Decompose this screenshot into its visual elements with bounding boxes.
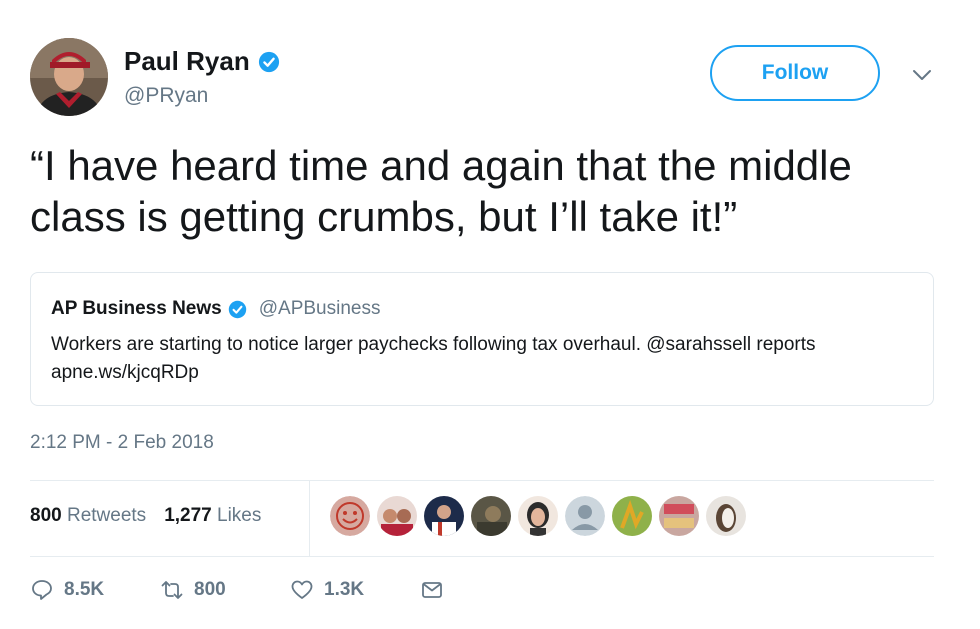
liker-avatar[interactable]: [377, 496, 417, 536]
retweets-count: 800: [30, 505, 62, 526]
retweet-count: 800: [194, 579, 226, 600]
divider: [309, 480, 310, 556]
liker-avatar[interactable]: [612, 496, 652, 536]
author-handle[interactable]: @PRyan: [124, 84, 208, 108]
quoted-tweet-text: Workers are starting to notice larger pa…: [51, 334, 816, 383]
likes-label: Likes: [217, 505, 262, 526]
liker-avatars: [330, 496, 746, 536]
avatar-icon: [706, 496, 746, 536]
liker-avatar[interactable]: [518, 496, 558, 536]
heart-icon: [291, 580, 313, 599]
divider: [30, 480, 934, 481]
default-avatar-icon: [565, 496, 605, 536]
quoted-tweet[interactable]: AP Business News @APBusiness Workers are…: [30, 272, 934, 406]
chevron-down-icon[interactable]: [910, 66, 934, 84]
avatar-icon: [518, 496, 558, 536]
divider: [30, 556, 934, 557]
like-button[interactable]: 1.3K: [290, 578, 420, 602]
avatar-icon: [612, 496, 652, 536]
profile-photo-icon: [30, 38, 108, 116]
direct-message-button[interactable]: [420, 578, 444, 602]
verified-badge-icon: [258, 51, 279, 72]
follow-button[interactable]: Follow: [710, 45, 880, 101]
likes-stat[interactable]: 1,277 Likes: [164, 505, 261, 527]
avatar-icon: [659, 496, 699, 536]
liker-avatar[interactable]: [424, 496, 464, 536]
quoted-author-name: AP Business News: [51, 298, 222, 319]
engagement-stats: 800 Retweets 1,277 Likes: [30, 505, 261, 527]
retweets-stat[interactable]: 800 Retweets: [30, 505, 146, 527]
retweet-icon: [161, 581, 183, 599]
avatar-icon: [424, 496, 464, 536]
liker-avatar[interactable]: [659, 496, 699, 536]
envelope-icon: [422, 582, 442, 598]
retweet-button[interactable]: 800: [160, 578, 290, 602]
avatar-icon: [330, 496, 370, 536]
like-count: 1.3K: [324, 579, 365, 600]
author-avatar[interactable]: [30, 38, 108, 116]
tweet-text: “I have heard time and again that the mi…: [30, 142, 852, 240]
tweet-actions: 8.5K 800 1.3K: [30, 578, 444, 602]
likes-count: 1,277: [164, 505, 212, 526]
reply-button[interactable]: 8.5K: [30, 578, 160, 602]
tweet-timestamp[interactable]: 2:12 PM - 2 Feb 2018: [30, 432, 214, 454]
avatar-icon: [471, 496, 511, 536]
quoted-author-handle: @APBusiness: [258, 298, 381, 319]
liker-avatar[interactable]: [706, 496, 746, 536]
liker-avatar[interactable]: [565, 496, 605, 536]
avatar-icon: [377, 496, 417, 536]
liker-avatar[interactable]: [471, 496, 511, 536]
reply-count: 8.5K: [64, 579, 105, 600]
author-name[interactable]: Paul Ryan: [124, 46, 250, 77]
liker-avatar[interactable]: [330, 496, 370, 536]
verified-badge-icon: [228, 300, 246, 318]
retweets-label: Retweets: [66, 505, 147, 526]
reply-icon: [32, 580, 52, 600]
